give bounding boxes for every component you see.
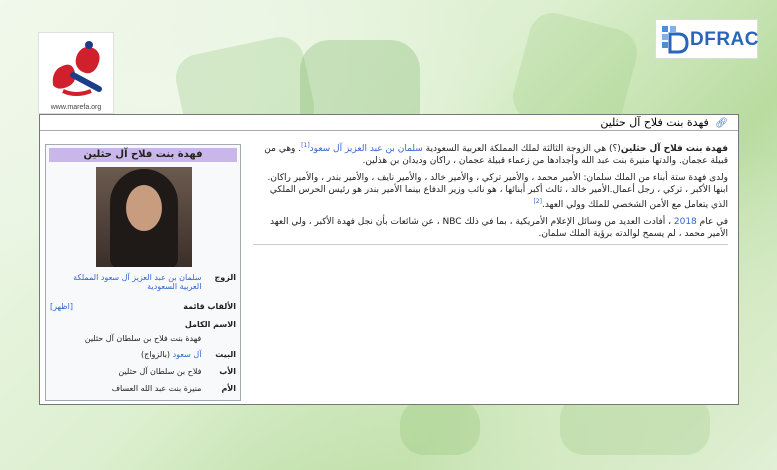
fullname-label: الاسم الكامل: [184, 320, 236, 329]
dfrac-logo: DFRAC: [655, 19, 759, 59]
infobox-row-house: البيت آل سعود (بالزواج): [50, 350, 236, 359]
link-year-2018[interactable]: 2018: [674, 217, 697, 227]
marefa-logo: www.marefa.org: [38, 32, 114, 114]
infobox-row-spouse: الزوج سلمان بن عبد العزيز آل سعود المملك…: [50, 273, 236, 291]
house-link[interactable]: آل سعود: [173, 350, 202, 359]
marefa-logo-mark: [52, 41, 102, 96]
marefa-url: www.marefa.org: [50, 104, 102, 111]
article-body: فهدة بنت فلاح آل حثلين(؟) هي الزوجة الثا…: [253, 140, 728, 250]
paragraph-text: (؟) هي الزوجة الثالثة لملك المملكة العرب…: [422, 144, 621, 154]
mother-value: منيرة بنت عبد الله العساف: [111, 384, 202, 393]
house-note: (بالزواج): [141, 350, 171, 359]
external-link-icon[interactable]: 🔗︎: [715, 118, 728, 129]
father-value: فلاح بن سلطان آل حثلين: [118, 367, 202, 376]
paragraph-intro: فهدة بنت فلاح آل حثلين(؟) هي الزوجة الثا…: [253, 140, 728, 167]
mother-label: الأم: [221, 384, 236, 393]
paragraph-text: ولدى فهدة ستة أبناء من الملك سلمان: الأم…: [267, 173, 728, 210]
subject-name: فهدة بنت فلاح آل حثلين: [620, 144, 728, 154]
infobox-row-father: الأب فلاح بن سلطان آل حثلين: [50, 367, 236, 376]
paragraph-text: ، أفادت العديد من وسائل الإعلام الأمريكي…: [270, 217, 728, 239]
titles-toggle[interactable]: [اظهر]: [50, 302, 73, 311]
paragraph-2018: في عام 2018 ، أفادت العديد من وسائل الإع…: [253, 216, 728, 245]
dfrac-logo-icon: [662, 26, 689, 54]
article-title-bar: 🔗︎ فهدة بنت فلاح آل حثلين: [40, 115, 738, 131]
father-label: الأب: [219, 367, 236, 376]
infobox-row-mother: الأم منيرة بنت عبد الله العساف: [50, 384, 236, 393]
infobox-row-fullname-label: الاسم الكامل: [50, 320, 236, 329]
spouse-label: الزوج: [214, 273, 236, 282]
paragraph-children: ولدى فهدة ستة أبناء من الملك سلمان: الأم…: [253, 172, 728, 211]
infobox: فهدة بنت فلاح آل حثلين الزوج سلمان بن عب…: [45, 144, 241, 401]
link-king-salman[interactable]: سلمان بن عبد العزيز آل سعود: [310, 144, 423, 154]
background-shape: [400, 400, 480, 455]
portrait-face: [126, 185, 162, 231]
infobox-title: فهدة بنت فلاح آل حثلين: [49, 148, 237, 162]
spouse-link[interactable]: سلمان بن عبد العزيز آل سعود المملكة العر…: [61, 273, 201, 291]
reference-link[interactable]: [2]: [533, 198, 542, 205]
infobox-row-titles: الألقاب قائمة [اظهر]: [50, 302, 236, 311]
infobox-row-fullname: فهدة بنت فلاح بن سلطان آل حثلين: [50, 334, 236, 343]
dfrac-logo-text: DFRAC: [690, 29, 759, 50]
fullname-value: فهدة بنت فلاح بن سلطان آل حثلين: [84, 334, 202, 343]
article-panel: 🔗︎ فهدة بنت فلاح آل حثلين فهدة بنت فلاح …: [39, 114, 739, 405]
portrait-photo[interactable]: [96, 167, 192, 267]
paragraph-text: في عام: [696, 217, 728, 227]
titles-label: الألقاب قائمة: [183, 302, 236, 311]
house-label[interactable]: البيت: [204, 350, 236, 359]
article-title: فهدة بنت فلاح آل حثلين: [600, 116, 709, 129]
reference-link[interactable]: [1]: [301, 142, 310, 149]
